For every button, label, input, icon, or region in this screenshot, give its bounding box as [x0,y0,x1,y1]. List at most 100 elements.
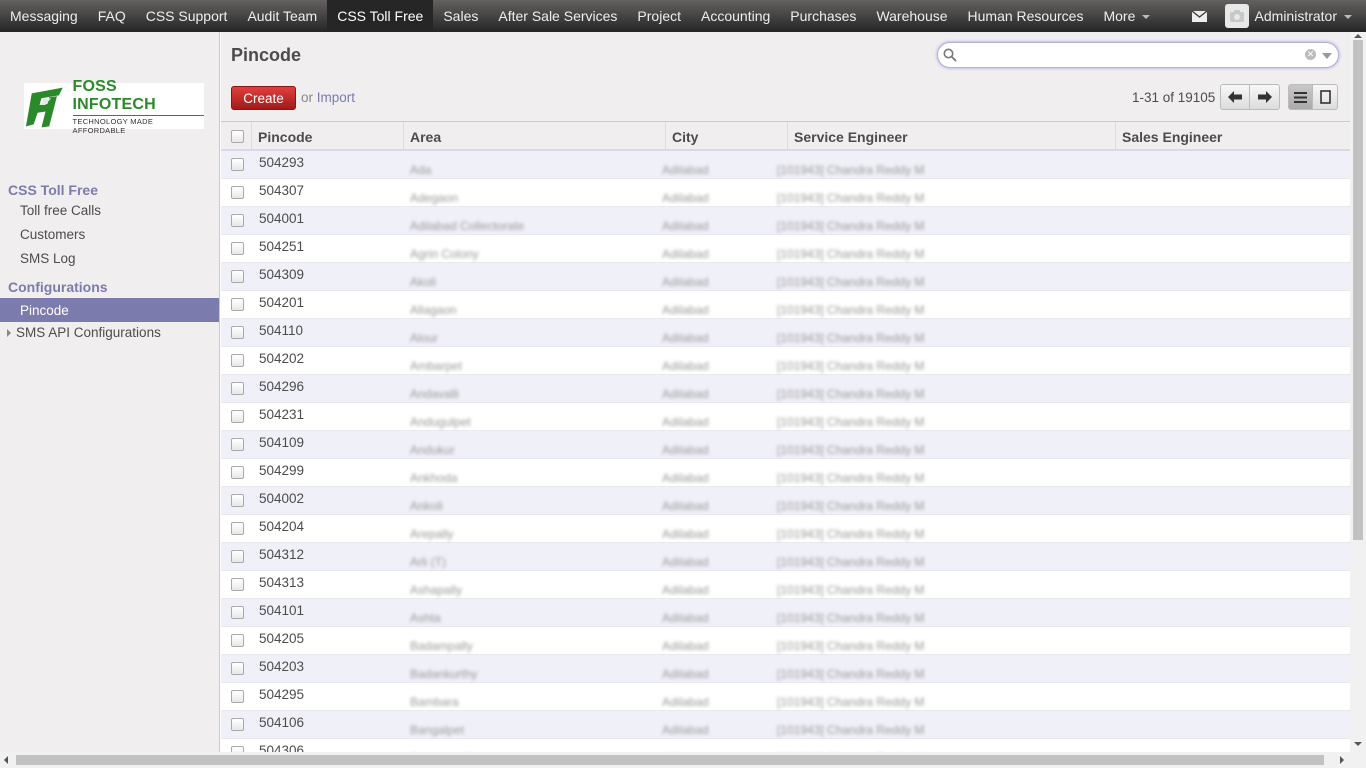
nav-item-project[interactable]: Project [627,0,691,32]
nav-item-after-sale-services[interactable]: After Sale Services [488,0,627,32]
vertical-scrollbar[interactable] [1350,32,1366,752]
table-row[interactable]: 504106 Bangalpet Adilabad [101943] Chandra … [221,711,1350,739]
import-link[interactable]: Import [317,90,355,105]
nav-item-css-support[interactable]: CSS Support [136,0,238,32]
scroll-up-icon[interactable] [1354,34,1362,38]
sidebar-item-sms-log[interactable]: SMS Log [20,251,76,266]
row-checkbox[interactable] [231,690,244,703]
row-checkbox[interactable] [231,494,244,507]
create-button[interactable]: Create [231,86,296,110]
table-row[interactable]: 504231 Andugulpet Adilabad [101943] Chandra… [221,403,1350,431]
row-checkbox[interactable] [231,214,244,227]
nav-item-more[interactable]: More [1093,0,1160,32]
cell-city: Adilabad [662,639,709,653]
row-checkbox[interactable] [231,466,244,479]
sidebar-item-sms-api-configurations[interactable]: SMS API Configurations [7,325,161,340]
sidebar-item-pincode[interactable]: Pincode [0,298,219,322]
vertical-scroll-thumb[interactable] [1353,40,1363,540]
nav-item-audit-team[interactable]: Audit Team [237,0,327,32]
table-row[interactable]: 504101 Ashta Adilabad [101943] Chandra Redd… [221,599,1350,627]
column-header-service-engineer[interactable]: Service Engineer [788,122,1116,151]
sidebar: FOSS INFOTECH TECHNOLOGY MADE AFFORDABLE… [0,32,220,768]
nav-item-human-resources[interactable]: Human Resources [958,0,1094,32]
table-row[interactable]: 504306BasavapalliAdilabad[101943] Chandr… [221,739,1350,752]
table-row[interactable]: 504110 Alour Adilabad [101943] Chandra Redd… [221,319,1350,347]
table-row[interactable]: 504109 Andukur Adilabad [101943] Chandra Re… [221,431,1350,459]
table-row[interactable]: 504204 Arepally Adilabad [101943] Chandra R… [221,515,1350,543]
nav-item-accounting[interactable]: Accounting [691,0,780,32]
nav-item-faq[interactable]: FAQ [88,0,136,32]
search-box[interactable]: ✕ [937,42,1339,68]
nav-item-warehouse[interactable]: Warehouse [866,0,957,32]
scroll-down-icon[interactable] [1354,742,1362,746]
row-checkbox[interactable] [231,382,244,395]
search-options-dropdown-icon[interactable] [1322,53,1332,59]
row-checkbox[interactable] [231,550,244,563]
cell-area: Agrin Colony [410,247,479,261]
table-row[interactable]: 504203 Badankurthy Adilabad [101943] Chandr… [221,655,1350,683]
table-row[interactable]: 504296 Andavalli Adilabad [101943] Chandra … [221,375,1350,403]
table-row[interactable]: 504312 Arli (T) Adilabad [101943] Chandra R… [221,543,1350,571]
sidebar-item-customers[interactable]: Customers [20,227,85,242]
table-row[interactable]: 504251 Agrin Colony Adilabad [101943] Chand… [221,235,1350,263]
row-checkbox[interactable] [231,438,244,451]
table-row[interactable]: 504202 Ambarpet Adilabad [101943] Chandra R… [221,347,1350,375]
form-view-button[interactable] [1313,84,1338,110]
table-row[interactable]: 504295 Bambara Adilabad [101943] Chandra Re… [221,683,1350,711]
nav-item-purchases[interactable]: Purchases [780,0,866,32]
row-checkbox[interactable] [231,606,244,619]
row-checkbox[interactable] [231,718,244,731]
table-row[interactable]: 504002 Ankoli Adilabad [101943] Chandra Red… [221,487,1350,515]
clear-icon[interactable]: ✕ [1305,49,1316,60]
table-row[interactable]: 504299 Ankhoda Adilabad [101943] Chandra Re… [221,459,1350,487]
select-all-checkbox[interactable] [231,130,244,143]
table-row[interactable]: 504313 Ashapally Adilabad [101943] Chandra … [221,571,1350,599]
next-page-button[interactable] [1250,84,1280,110]
pager-value[interactable]: 1-31 of 19105 [1132,90,1215,105]
cell-area: Ambarpet [410,359,463,373]
row-checkbox[interactable] [231,242,244,255]
column-header-sales-engineer[interactable]: Sales Engineer [1116,122,1350,151]
logo-tagline: TECHNOLOGY MADE AFFORDABLE [72,114,204,135]
top-navbar: Messaging FAQ CSS Support Audit Team CSS Tol… [0,0,1366,32]
row-checkbox[interactable] [231,354,244,367]
row-checkbox[interactable] [231,522,244,535]
table-row[interactable]: 504001 Adilabad Collectorate Adilabad [1019… [221,207,1350,235]
column-header-pincode[interactable]: Pincode [252,122,404,151]
column-header-city[interactable]: City [666,122,788,151]
cell-pincode: 504002 [259,491,305,506]
scroll-left-icon[interactable] [4,756,8,764]
scroll-right-icon[interactable] [1340,756,1344,764]
row-checkbox[interactable] [231,410,244,423]
user-menu[interactable]: Administrator [1224,4,1366,28]
row-checkbox[interactable] [231,158,244,171]
table-row[interactable]: 504201 Allagaon Adilabad [101943] Chandra R… [221,291,1350,319]
search-input[interactable] [958,46,1298,64]
list-view-button[interactable] [1288,84,1313,110]
column-header-area[interactable]: Area [404,122,666,151]
row-checkbox[interactable] [231,186,244,199]
row-checkbox[interactable] [231,634,244,647]
row-checkbox[interactable] [231,326,244,339]
nav-item-sales[interactable]: Sales [433,0,488,32]
nav-item-messaging[interactable]: Messaging [0,0,88,32]
row-checkbox[interactable] [231,270,244,283]
horizontal-scroll-thumb[interactable] [16,755,1324,765]
table-row[interactable]: 504205 Badampally Adilabad [101943] Chandra… [221,627,1350,655]
previous-page-button[interactable] [1220,84,1250,110]
mail-icon[interactable] [1189,0,1211,32]
table-row[interactable]: 504293 Ada Adilabad [101943] Chandra Reddy … [221,151,1350,179]
table-row[interactable]: 504307 Adegaon Adilabad [101943] Chandra Re… [221,179,1350,207]
horizontal-scrollbar[interactable] [0,752,1366,768]
cell-area: Allagaon [410,303,457,317]
sidebar-item-toll-free-calls[interactable]: Toll free Calls [20,203,101,218]
table-row[interactable]: 504309 Akoli Adilabad [101943] Chandra Redd… [221,263,1350,291]
row-checkbox[interactable] [231,662,244,675]
row-checkbox[interactable] [231,298,244,311]
cell-pincode: 504109 [259,435,305,450]
nav-item-css-toll-free[interactable]: CSS Toll Free [327,0,434,32]
company-logo[interactable]: FOSS INFOTECH TECHNOLOGY MADE AFFORDABLE [24,78,204,135]
arrow-right-icon [1257,91,1272,103]
row-checkbox[interactable] [231,578,244,591]
cell-city: Adilabad [662,275,709,289]
